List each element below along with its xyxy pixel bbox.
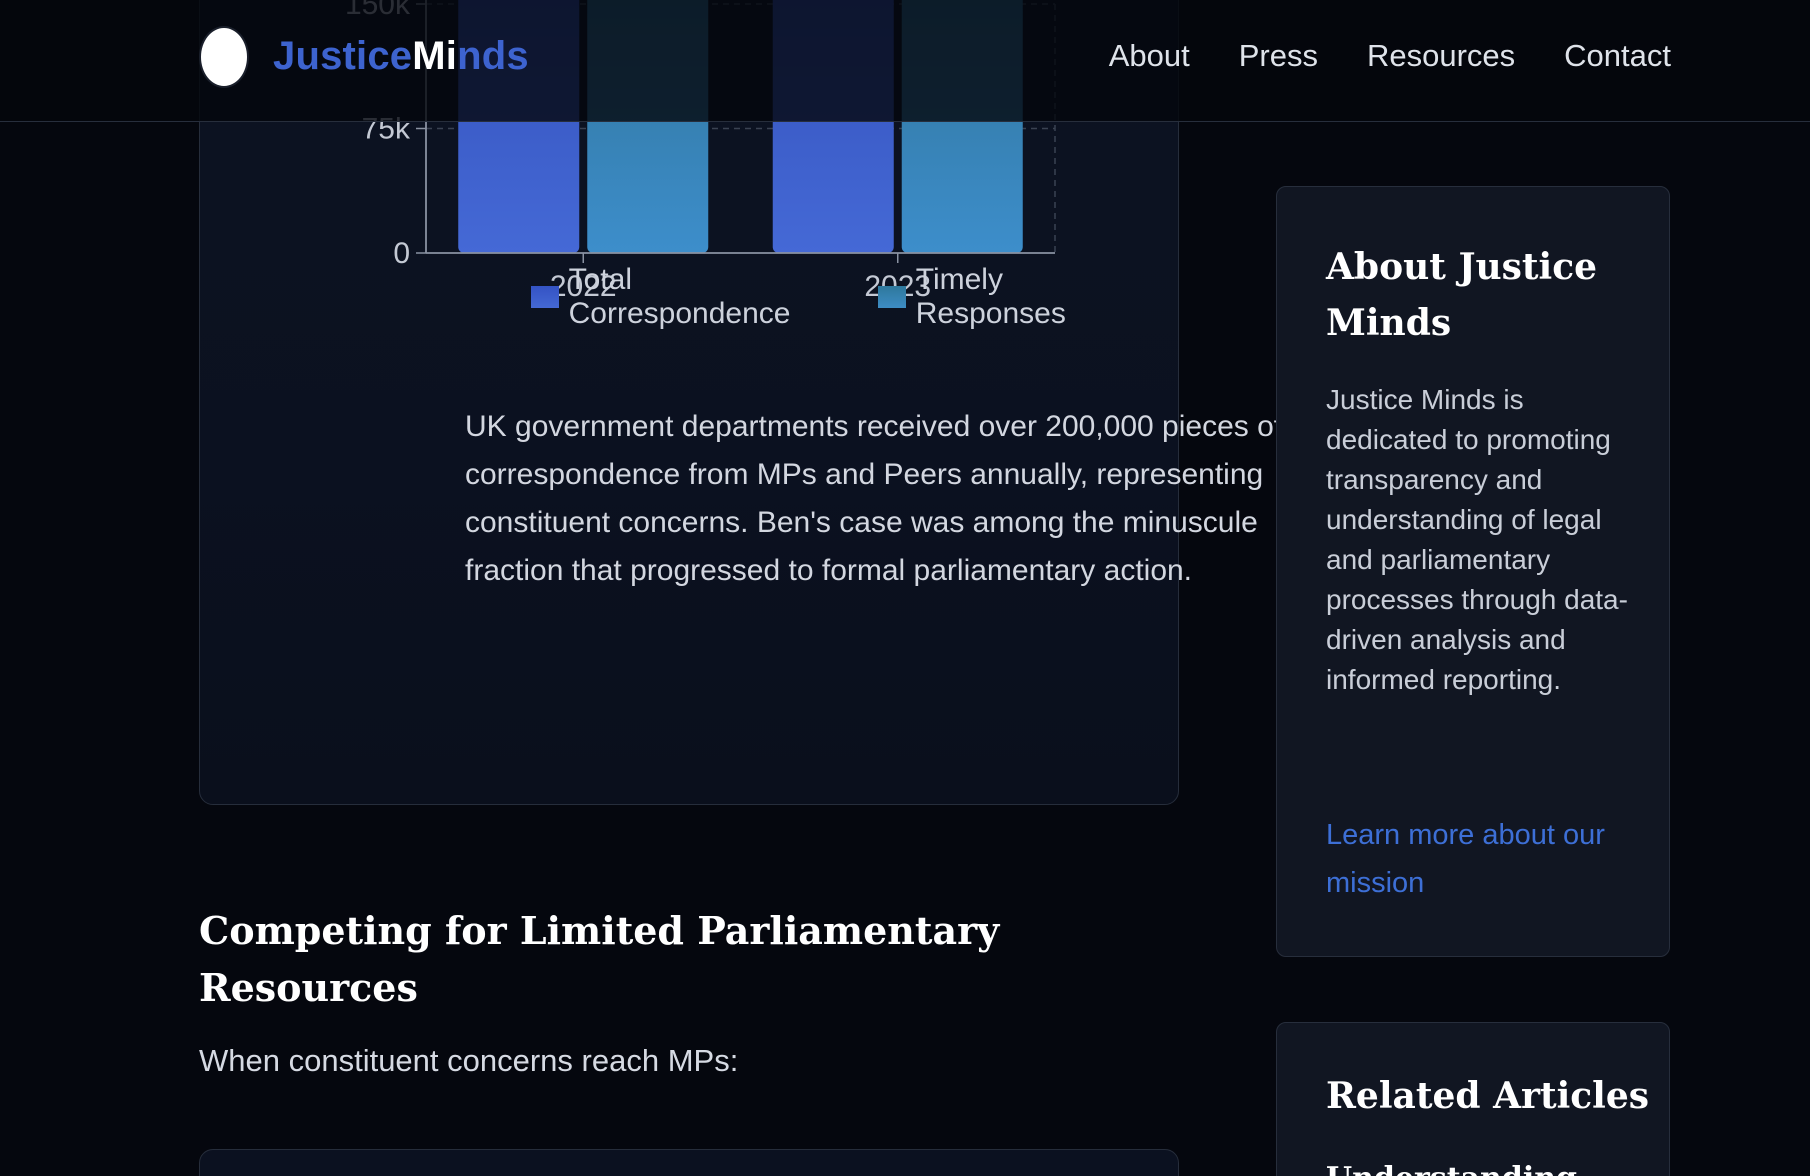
about-sidebar-card: About Justice Minds Justice Minds is ded… [1276, 186, 1670, 957]
logo-text-part: Justice [273, 34, 413, 78]
learn-more-link[interactable]: Learn more about our mission [1326, 811, 1636, 907]
section-heading: Competing for Limited Parliamentary Reso… [199, 908, 1000, 1010]
next-card [199, 1149, 1179, 1176]
related-articles-card: Related Articles Understanding [1276, 1022, 1670, 1176]
related-article-link[interactable]: Understanding [1326, 1161, 1577, 1176]
chart-description: UK government departments received over … [465, 410, 1283, 587]
chart-legend: Total Correspondence Timely Responses [531, 263, 1178, 331]
logo-text-part: nds [457, 34, 529, 78]
about-body: Justice Minds is dedicated to promoting … [1326, 384, 1628, 695]
egg-logo-icon[interactable] [199, 26, 249, 88]
site-logo[interactable]: JusticeMinds [273, 34, 529, 79]
logo-text-part: Mi [412, 34, 458, 78]
legend-item-timely-responses[interactable]: Timely Responses [878, 263, 1158, 331]
main-nav: About Press Resources Contact [1060, 38, 1671, 74]
legend-label: Total Correspondence [568, 263, 791, 330]
legend-label: Timely Responses [915, 263, 1066, 330]
about-title: About Justice Minds [1326, 246, 1598, 344]
legend-item-total-correspondence[interactable]: Total Correspondence [531, 263, 858, 331]
legend-swatch-total-correspondence [531, 286, 559, 308]
nav-link-press[interactable]: Press [1239, 38, 1318, 74]
nav-link-about[interactable]: About [1109, 38, 1190, 74]
nav-link-contact[interactable]: Contact [1564, 38, 1671, 74]
nav-link-resources[interactable]: Resources [1367, 38, 1515, 74]
page: 20222023075k150k Total Correspondence Ti… [0, 0, 1810, 1176]
related-articles-title: Related Articles [1326, 1075, 1650, 1117]
site-header: JusticeMinds About Press Resources Conta… [0, 0, 1810, 122]
y-tick-label: 0 [393, 237, 410, 270]
section-intro: When constituent concerns reach MPs: [199, 1043, 739, 1078]
legend-swatch-timely-responses [878, 286, 906, 308]
